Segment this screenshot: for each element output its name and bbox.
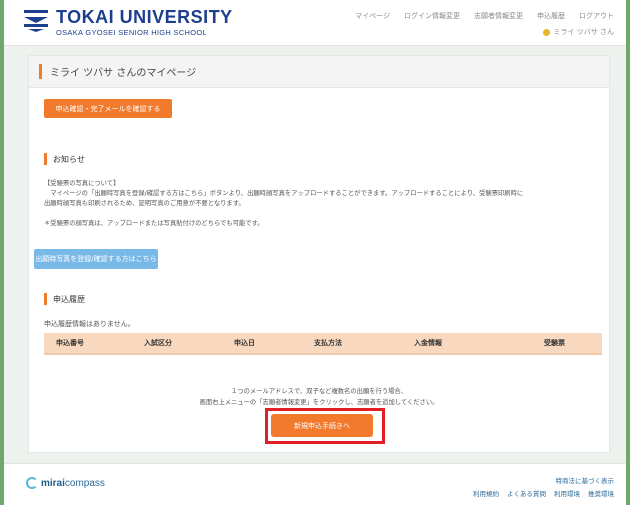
footer-links: 利用規約 よくある質問 利用環境 推奨環境 <box>473 488 614 498</box>
history-title: 申込履歴 <box>53 294 85 304</box>
logo-subtitle: OSAKA GYOSEI SENIOR HIGH SCHOOL <box>56 28 208 37</box>
nav-mypage[interactable]: マイページ <box>355 11 390 21</box>
top-nav: マイページ ログイン情報変更 志願者情報変更 申込履歴 ログアウト <box>355 11 614 21</box>
user-icon <box>542 28 550 36</box>
column-header: 入試区分 <box>144 339 172 347</box>
confirm-mail-button[interactable]: 申込確認・完了メールを確認する <box>44 99 172 118</box>
section-accent-bar <box>44 293 47 305</box>
nav-logout[interactable]: ログアウト <box>579 11 614 21</box>
notice-line: マイページの「出願時写真を登録/確認する方はこちら」ボタンより、出願時顔写真をア… <box>44 190 524 197</box>
legal-link[interactable]: 特商法に基づく表示 <box>556 477 615 485</box>
column-header: 入金情報 <box>414 339 442 347</box>
highlight-box <box>265 408 385 444</box>
column-header: 申込番号 <box>56 339 84 347</box>
page-header: ミライ ツバサ さんのマイページ <box>29 56 609 88</box>
notice-title: お知らせ <box>53 154 85 164</box>
history-table-header: 申込番号 入試区分 申込日 支払方法 入金情報 受験票 <box>44 333 602 353</box>
site-footer: miraicompass 特商法に基づく表示 利用規約 よくある質問 利用環境 … <box>4 463 626 505</box>
footer-link-recommended[interactable]: 推奨環境 <box>588 488 614 498</box>
nav-applicant-info[interactable]: 志願者情報変更 <box>474 11 523 21</box>
logo-title: TOKAI UNIVERSITY <box>56 7 233 27</box>
column-header: 受験票 <box>544 339 565 347</box>
footer-link-faq[interactable]: よくある質問 <box>507 488 546 498</box>
section-accent-bar <box>44 153 47 165</box>
brand-prefix: mirai <box>41 477 65 489</box>
photo-upload-button[interactable]: 出願時写真を登録/確認する方はこちら <box>34 249 158 269</box>
footer-link-environment[interactable]: 利用環境 <box>554 488 580 498</box>
site-header: TOKAI UNIVERSITY OSAKA GYOSEI SENIOR HIG… <box>4 0 626 46</box>
tokai-logo-icon <box>24 10 48 32</box>
footnote-line: 画面右上メニューの「志願者情報変更」をクリックし、志願者を追加してください。 <box>199 399 439 406</box>
notice-line: 【受験票の写真について】 <box>44 180 120 187</box>
notice-section-header: お知らせ <box>44 153 85 165</box>
user-indicator: ミライ ツバサ さん <box>542 27 614 37</box>
notice-line: ＊受験票の顔写真は、アップロードまたは写真貼付けのどちらでも可能です。 <box>44 220 264 227</box>
miraicompass-icon <box>26 477 38 489</box>
footer-top-link: 特商法に基づく表示 <box>556 475 615 485</box>
column-header: 支払方法 <box>314 339 342 347</box>
brand-suffix: compass <box>64 477 105 489</box>
footer-link-terms[interactable]: 利用規約 <box>473 488 499 498</box>
miraicompass-logo[interactable]: miraicompass <box>26 477 105 489</box>
notice-line: 出願時顔写真も印刷されるため、証明写真のご用意が不要となります。 <box>44 200 245 207</box>
brand-text: miraicompass <box>41 478 105 489</box>
user-name: ミライ ツバサ さん <box>553 28 614 36</box>
school-logo[interactable]: TOKAI UNIVERSITY OSAKA GYOSEI SENIOR HIG… <box>22 7 233 37</box>
nav-login-info[interactable]: ログイン情報変更 <box>404 11 460 21</box>
column-header: 申込日 <box>234 339 255 347</box>
title-accent-bar <box>39 64 42 79</box>
footnote-line: １つのメールアドレスで、双子など複数名の出願を行う場合、 <box>230 388 408 395</box>
history-section-header: 申込履歴 <box>44 293 85 305</box>
history-empty-text: 申込履歴情報はありません。 <box>44 320 135 328</box>
page-title: ミライ ツバサ さんのマイページ <box>50 68 197 79</box>
nav-history[interactable]: 申込履歴 <box>537 11 565 21</box>
table-divider <box>44 353 602 355</box>
main-content: ミライ ツバサ さんのマイページ 申込確認・完了メールを確認する お知らせ 【受… <box>28 55 610 453</box>
